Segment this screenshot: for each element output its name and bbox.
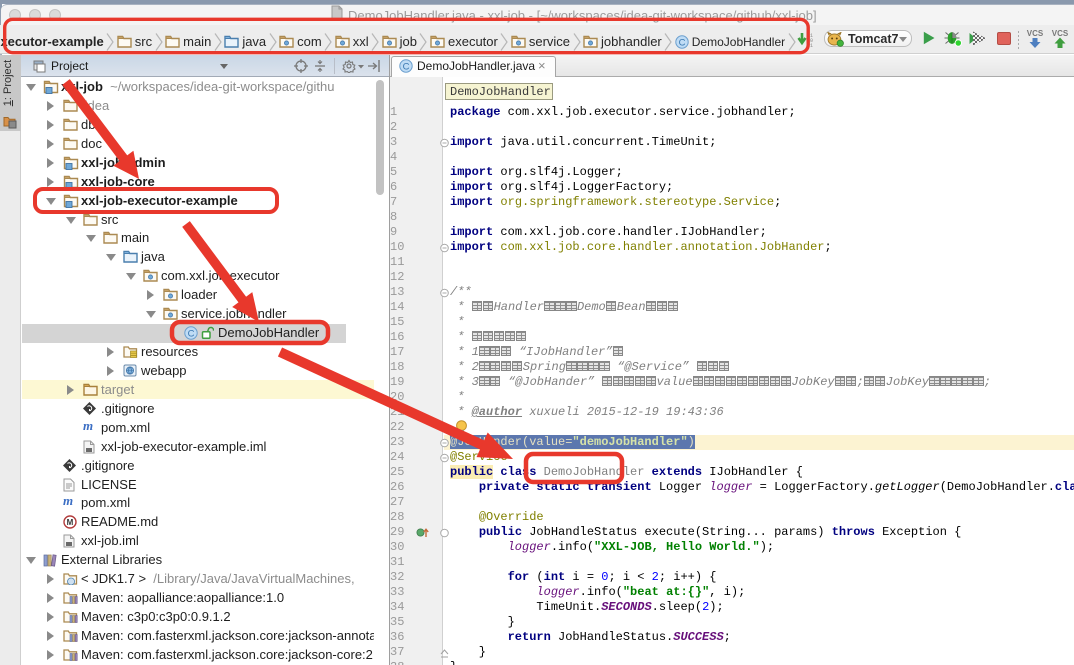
svg-text:C: C (188, 328, 195, 339)
svg-text:C: C (403, 61, 410, 72)
svg-text:1: 1 (810, 43, 813, 49)
svg-text:C: C (678, 37, 685, 48)
svg-text:M: M (67, 518, 74, 527)
svg-text:VCS: VCS (1027, 29, 1044, 38)
svg-text:VCS: VCS (1052, 29, 1069, 38)
